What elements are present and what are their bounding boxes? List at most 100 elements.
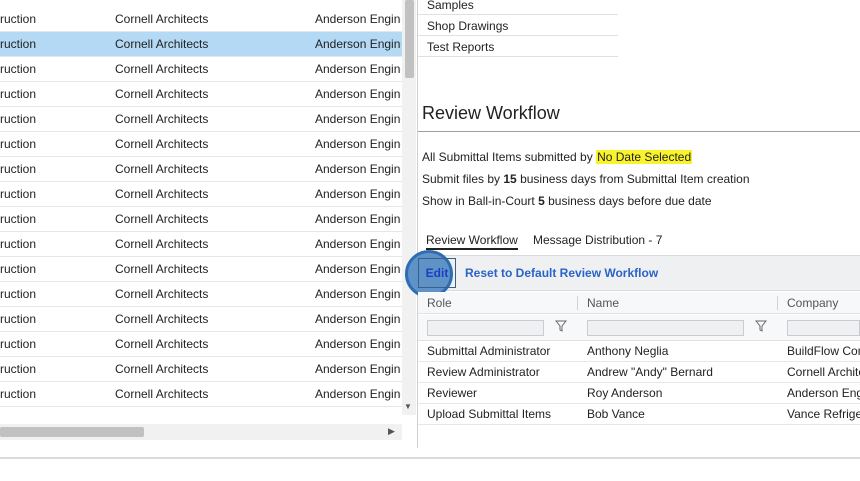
- horizontal-scrollbar[interactable]: ▶: [0, 424, 402, 440]
- grid-cell: Anderson Engineering: [315, 112, 401, 126]
- grid-cell: ruction: [0, 87, 37, 101]
- submit-days-value: 15: [503, 172, 517, 186]
- grid-cell: Anderson Engineering: [315, 12, 401, 26]
- grid-cell: Anderson Engineering: [315, 87, 401, 101]
- table-row[interactable]: ruction Cornell Architects Anderson Engine…: [0, 382, 402, 407]
- info-text: business days before due date: [548, 194, 712, 208]
- grid-cell: ruction: [0, 337, 37, 351]
- grid-cell: ruction: [0, 137, 37, 151]
- list-item-label: Samples: [427, 0, 474, 12]
- grid-cell: ruction: [0, 362, 37, 376]
- info-text: Submit files by: [422, 172, 501, 186]
- filter-icon[interactable]: [755, 320, 767, 332]
- table-row[interactable]: Review Administrator Andrew "Andy" Berna…: [418, 362, 860, 383]
- grid-cell: Anderson Engineering: [315, 237, 401, 251]
- column-separator[interactable]: [577, 296, 578, 310]
- list-item[interactable]: Shop Drawings: [418, 15, 618, 36]
- table-row[interactable]: ruction Cornell Architects Anderson Engine…: [0, 32, 402, 57]
- table-row[interactable]: ruction Cornell Architects Anderson Engine…: [0, 7, 402, 32]
- edit-button[interactable]: Edit: [418, 258, 456, 288]
- company-filter-input[interactable]: [787, 320, 860, 336]
- table-row[interactable]: ruction Cornell Architects Anderson Engine…: [0, 207, 402, 232]
- table-row[interactable]: ruction Cornell Architects Anderson Engine…: [0, 232, 402, 257]
- grid-cell: ruction: [0, 287, 37, 301]
- grid-cell: Anderson Engineering: [315, 162, 401, 176]
- grid-cell: ruction: [0, 62, 37, 76]
- horizontal-scrollbar-thumb[interactable]: [0, 427, 144, 437]
- table-row[interactable]: ruction Cornell Architects Anderson Engine…: [0, 132, 402, 157]
- grid-cell: Anderson Engineering: [315, 37, 401, 51]
- role-filter-input[interactable]: [427, 320, 544, 336]
- info-text: Show in Ball-in-Court: [422, 194, 535, 208]
- grid-cell: Anderson Engineering: [315, 287, 401, 301]
- grid-cell: Cornell Architects: [115, 337, 209, 351]
- column-separator[interactable]: [777, 296, 778, 310]
- workflow-table-header: Role Name Company: [418, 292, 860, 314]
- table-row[interactable]: ruction Cornell Architects Anderson Engine…: [0, 107, 402, 132]
- grid-cell: Cornell Architects: [115, 387, 209, 401]
- column-header-role[interactable]: Role: [427, 296, 452, 310]
- grid-cell: Anderson Engineering: [315, 62, 401, 76]
- name-cell: Anthony Neglia: [587, 344, 669, 358]
- grid-cell: ruction: [0, 212, 37, 226]
- grid-cell: Cornell Architects: [115, 237, 209, 251]
- grid-cell: Anderson Engineering: [315, 362, 401, 376]
- list-item[interactable]: Test Reports: [418, 36, 618, 57]
- no-date-highlight: No Date Selected: [596, 150, 693, 164]
- grid-cell: ruction: [0, 162, 37, 176]
- submit-files-info: Submit files by 15 business days from Su…: [422, 172, 750, 186]
- role-cell: Review Administrator: [427, 365, 540, 379]
- reset-workflow-link[interactable]: Reset to Default Review Workflow: [465, 266, 658, 280]
- name-cell: Andrew "Andy" Bernard: [587, 365, 713, 379]
- grid-cell: Cornell Architects: [115, 37, 209, 51]
- grid-cell: Cornell Architects: [115, 62, 209, 76]
- role-cell: Submittal Administrator: [427, 344, 551, 358]
- grid-cell: Anderson Engineering: [315, 312, 401, 326]
- table-row[interactable]: ruction Cornell Architects Anderson Engine…: [0, 57, 402, 82]
- table-row[interactable]: ruction Cornell Architects Anderson Engine…: [0, 257, 402, 282]
- vertical-scrollbar-thumb[interactable]: [405, 0, 414, 78]
- grid-cell: ruction: [0, 262, 37, 276]
- grid-cell: Cornell Architects: [115, 162, 209, 176]
- grid-cell: Cornell Architects: [115, 312, 209, 326]
- bottom-border: [0, 457, 860, 459]
- table-row[interactable]: ruction Cornell Architects Anderson Engine…: [0, 357, 402, 382]
- grid-cell: Cornell Architects: [115, 137, 209, 151]
- table-row[interactable]: Upload Submittal Items Bob Vance Vance R…: [418, 404, 860, 425]
- table-row[interactable]: Submittal Administrator Anthony Neglia B…: [418, 341, 860, 362]
- name-cell: Roy Anderson: [587, 386, 663, 400]
- grid-cell: Cornell Architects: [115, 262, 209, 276]
- scroll-down-arrow-icon[interactable]: ▼: [404, 402, 412, 411]
- tab-message-distribution[interactable]: Message Distribution - 7: [533, 233, 662, 247]
- grid-cell: Cornell Architects: [115, 187, 209, 201]
- role-cell: Reviewer: [427, 386, 478, 400]
- list-item[interactable]: Samples: [418, 0, 618, 15]
- name-filter-input[interactable]: [587, 320, 744, 336]
- table-row[interactable]: ruction Cornell Architects Anderson Engine…: [0, 182, 402, 207]
- grid-cell: ruction: [0, 387, 37, 401]
- grid-cell: ruction: [0, 237, 37, 251]
- filter-icon[interactable]: [555, 320, 567, 332]
- ball-in-court-info: Show in Ball-in-Court 5 business days be…: [422, 194, 712, 208]
- table-row[interactable]: ruction Cornell Architects Anderson Engine…: [0, 307, 402, 332]
- company-cell: Cornell Architects: [787, 365, 860, 379]
- column-header-company[interactable]: Company: [787, 296, 838, 310]
- grid-cell: Anderson Engineering: [315, 212, 401, 226]
- table-row[interactable]: ruction Cornell Architects Anderson Engine…: [0, 332, 402, 357]
- vertical-scrollbar[interactable]: ▼: [402, 0, 416, 415]
- table-row[interactable]: ruction Cornell Architects Anderson Engine…: [0, 82, 402, 107]
- grid-cell: Anderson Engineering: [315, 137, 401, 151]
- grid-cell: ruction: [0, 187, 37, 201]
- tab-review-workflow[interactable]: Review Workflow: [426, 233, 518, 250]
- scroll-right-arrow-icon[interactable]: ▶: [388, 426, 395, 437]
- submitted-by-info: All Submittal Items submitted by No Date…: [422, 150, 693, 164]
- table-row[interactable]: ruction Cornell Architects Anderson Engine…: [0, 282, 402, 307]
- list-item-label: Shop Drawings: [427, 19, 509, 33]
- column-header-name[interactable]: Name: [587, 296, 619, 310]
- grid-cell: Anderson Engineering: [315, 187, 401, 201]
- table-row[interactable]: ruction Cornell Architects Anderson Engine…: [0, 157, 402, 182]
- grid-cell: ruction: [0, 112, 37, 126]
- heading-divider: [418, 131, 860, 132]
- grid-cell: ruction: [0, 312, 37, 326]
- table-row[interactable]: Reviewer Roy Anderson Anderson Engineeri…: [418, 383, 860, 404]
